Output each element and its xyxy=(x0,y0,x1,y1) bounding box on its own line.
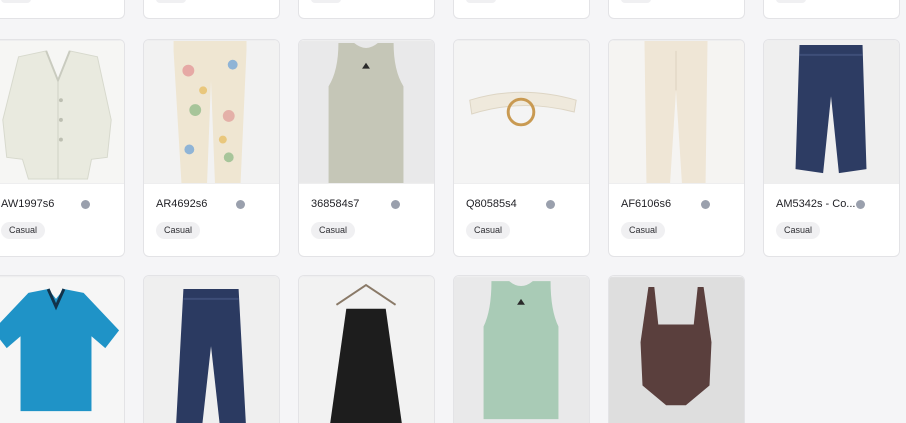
slip-dress-illustration xyxy=(299,277,434,423)
product-card[interactable]: 368584s7 Casual xyxy=(298,39,435,257)
dark-jeans-illustration xyxy=(144,277,279,423)
tag-stub xyxy=(621,0,651,3)
dark-jeans-illustration xyxy=(764,41,899,183)
status-dot xyxy=(701,200,710,209)
product-code: 368584s7 xyxy=(311,198,360,210)
product-card[interactable] xyxy=(143,275,280,423)
product-image-white-belt[interactable] xyxy=(454,40,589,184)
product-card[interactable] xyxy=(608,275,745,423)
product-card[interactable] xyxy=(298,0,435,19)
sage-tank-illustration xyxy=(299,41,434,183)
status-dot xyxy=(391,200,400,209)
product-image-blue-polo[interactable] xyxy=(0,276,124,423)
product-image-cardigan[interactable] xyxy=(0,40,124,184)
product-code: AW1997s6 xyxy=(1,198,55,210)
product-code: AM5342s - Co... xyxy=(776,198,856,210)
product-image-sage-tank[interactable] xyxy=(299,40,434,184)
product-card[interactable] xyxy=(0,0,125,19)
category-tag: Casual xyxy=(156,222,201,239)
category-tag: Casual xyxy=(311,222,356,239)
product-image-brown-bodysuit[interactable] xyxy=(609,276,744,423)
tag-stub xyxy=(466,0,496,3)
product-code: Q80585s4 xyxy=(466,198,517,210)
category-tag: Casual xyxy=(621,222,666,239)
product-card[interactable]: AW1997s6 Casual xyxy=(0,39,125,257)
cardigan-illustration xyxy=(0,41,124,183)
mint-tank-illustration xyxy=(454,277,589,423)
product-grid: AW1997s6 Casual AR4692s6 Casual 368584s7… xyxy=(0,0,906,423)
product-image-floral-pants[interactable] xyxy=(144,40,279,184)
tag-stub xyxy=(1,0,31,3)
product-image-black-dress[interactable] xyxy=(299,276,434,423)
bodysuit-illustration xyxy=(609,277,744,423)
product-card[interactable]: AF6106s6 Casual xyxy=(608,39,745,257)
product-image-cream-jeans[interactable] xyxy=(609,40,744,184)
product-card[interactable] xyxy=(453,275,590,423)
status-dot xyxy=(236,200,245,209)
tag-stub xyxy=(156,0,186,3)
belt-illustration xyxy=(454,41,589,183)
product-image-dark-jeans[interactable] xyxy=(764,40,899,184)
product-card[interactable] xyxy=(298,275,435,423)
status-dot xyxy=(546,200,555,209)
tag-stub xyxy=(776,0,806,3)
product-card[interactable] xyxy=(453,0,590,19)
product-code: AF6106s6 xyxy=(621,198,672,210)
tag-stub xyxy=(311,0,341,3)
status-dot xyxy=(856,200,865,209)
product-card[interactable]: Q80585s4 Casual xyxy=(453,39,590,257)
product-card[interactable] xyxy=(608,0,745,19)
product-code: AR4692s6 xyxy=(156,198,208,210)
polo-shirt-illustration xyxy=(0,277,124,423)
product-card[interactable] xyxy=(763,0,900,19)
cream-jeans-illustration xyxy=(609,41,744,183)
product-card[interactable]: AR4692s6 Casual xyxy=(143,39,280,257)
floral-pants-illustration xyxy=(144,41,279,183)
category-tag: Casual xyxy=(1,222,46,239)
category-tag: Casual xyxy=(776,222,821,239)
product-card[interactable] xyxy=(0,275,125,423)
category-tag: Casual xyxy=(466,222,511,239)
product-card[interactable] xyxy=(143,0,280,19)
product-card[interactable]: AM5342s - Co... Casual xyxy=(763,39,900,257)
product-image-dark-jeans-2[interactable] xyxy=(144,276,279,423)
product-image-mint-tank[interactable] xyxy=(454,276,589,423)
status-dot xyxy=(81,200,90,209)
